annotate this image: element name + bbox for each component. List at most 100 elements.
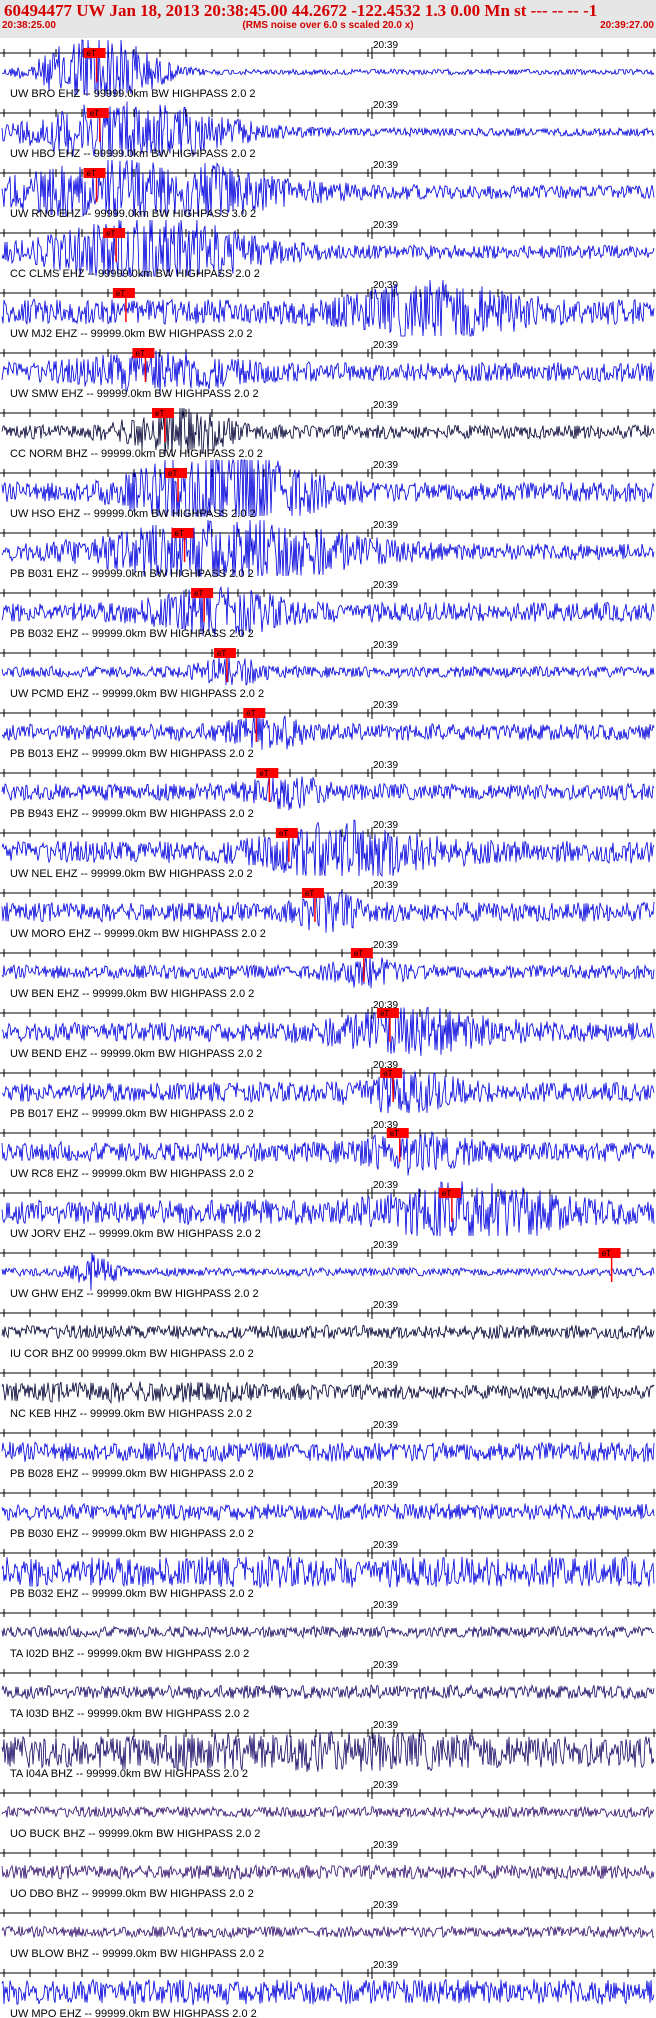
trace-row: 20:39 eT PB B013 EHZ -- 99999.0km BW HIGHP… (0, 700, 656, 760)
station-label: TA I02D BHZ -- 99999.0km BW HIGHPASS 2.0… (10, 1648, 249, 1660)
phase-pick-label: eT (90, 109, 99, 118)
phase-pick-label: eT (155, 409, 164, 418)
waveform (1, 1441, 655, 1463)
waveform (1, 714, 655, 750)
phase-pick-label: eT (87, 49, 96, 58)
phase-pick-label: eT (383, 1069, 392, 1078)
time-mark-label: 20:39 (373, 1240, 398, 1251)
time-mark-label: 20:39 (373, 340, 398, 351)
waveform (1, 1555, 655, 1589)
time-mark-label: 20:39 (373, 700, 398, 711)
time-mark-label: 20:39 (373, 220, 398, 231)
trace-row: 20:39 eT UW BEN EHZ -- 99999.0km BW HIGHPA… (0, 940, 656, 1000)
waveform (1, 776, 655, 811)
station-label: UW SMW EHZ -- 99999.0km BW HIGHPASS 2.0 … (10, 388, 259, 400)
trace-row: 20:39 eT PB B032 EHZ -- 99999.0km BW HIGHP… (0, 580, 656, 640)
time-mark-label: 20:39 (373, 1300, 398, 1311)
trace-row: 20:39eTUW RC8 EHZ -- 99999.0km BW HIGHPA… (0, 1120, 656, 1180)
phase-pick-label: eT (305, 889, 314, 898)
waveform (1, 1252, 655, 1291)
phase-pick-label: eT (442, 1189, 451, 1198)
trace-row: 20:39 eT UW MORO EHZ -- 99999.0km BW HIGHP… (0, 880, 656, 940)
time-mark-label: 20:39 (373, 1900, 398, 1911)
station-label: UW PCMD EHZ -- 99999.0km BW HIGHPASS 2.0… (10, 688, 264, 700)
noise-scale-note: (RMS noise over 6.0 s scaled 20.0 x) (242, 20, 414, 31)
trace-row: 20:39 eT UW GHW EHZ -- 99999.0km BW HIGHPA… (0, 1240, 656, 1300)
time-mark-label: 20:39 (373, 520, 398, 531)
trace-row: 20:39 eT UW RNO EHZ -- 99999.0km BW HIGHPA… (0, 159, 656, 220)
phase-pick-label: eT (106, 229, 115, 238)
time-mark-label: 20:39 (373, 760, 398, 771)
time-mark-label: 20:39 (373, 1180, 398, 1191)
time-mark-label: 20:39 (373, 1780, 398, 1791)
waveform (1, 1381, 655, 1404)
station-label: UW MPO EHZ -- 99999.0km BW HIGHPASS 2.0 … (10, 2008, 257, 2018)
time-mark-label: 20:39 (373, 940, 398, 951)
waveform (1, 1683, 655, 1701)
station-label: TA I03D BHZ -- 99999.0km BW HIGHPASS 2.0… (10, 1708, 249, 1720)
phase-pick-label: eT (380, 1009, 389, 1018)
trace-row: 20:39 TA I04A BHZ -- 99999.0km BW HIGHPAS… (0, 1720, 656, 1780)
time-mark-label: 20:39 (373, 400, 398, 411)
time-mark-label: 20:39 (373, 1360, 398, 1371)
station-label: PB B030 EHZ -- 99999.0km BW HIGHPASS 2.0… (10, 1528, 254, 1540)
waveform (1, 1502, 655, 1522)
phase-pick-label: eT (116, 289, 125, 298)
time-mark-label: 20:39 (373, 1600, 398, 1611)
station-label: PB B032 EHZ -- 99999.0km BW HIGHPASS 2.0… (10, 628, 254, 640)
station-label: UW MORO EHZ -- 99999.0km BW HIGHPASS 2.0… (10, 928, 266, 940)
station-label: PB B031 EHZ -- 99999.0km BW HIGHPASS 2.0… (10, 568, 254, 580)
trace-row: 20:39 eT UW PCMD EHZ -- 99999.0km BW HIGHP… (0, 640, 656, 700)
time-mark-label: 20:39 (373, 1660, 398, 1671)
end-time: 20:39:27.00 (600, 20, 654, 31)
waveform (1, 1323, 655, 1341)
station-label: UW GHW EHZ -- 99999.0km BW HIGHPASS 2.0 … (10, 1288, 259, 1300)
trace-row: 20:39 PB B030 EHZ -- 99999.0km BW HIGHPAS… (0, 1480, 656, 1540)
station-label: PB B028 EHZ -- 99999.0km BW HIGHPASS 2.0… (10, 1468, 254, 1480)
station-label: UW BLOW BHZ -- 99999.0km BW HIGHPASS 2.0… (10, 1948, 264, 1960)
station-label: CC NORM BHZ -- 99999.0km BW HIGHPASS 2.0… (10, 448, 263, 460)
station-label: IU COR BHZ 00 99999.0km BW HIGHPASS 2.0 … (10, 1348, 254, 1360)
time-mark-label: 20:39 (373, 1420, 398, 1431)
time-mark-label: 20:39 (373, 460, 398, 471)
trace-row: 20:39eTUW BEND EHZ -- 99999.0km BW HIGHP… (0, 1000, 656, 1060)
trace-row: 20:39 UW MPO EHZ -- 99999.0km BW HIGHPASS… (0, 1960, 656, 2018)
station-label: CC CLMS EHZ -- 99999.0km BW HIGHPASS 2.0… (10, 268, 260, 280)
trace-row: 20:39 eT UW NEL EHZ -- 99999.0km BW HIGHPA… (0, 819, 656, 880)
time-mark-label: 20:39 (373, 40, 398, 51)
station-label: UW NEL EHZ -- 99999.0km BW HIGHPASS 2.0 … (10, 868, 253, 880)
trace-row: 20:39 eT UW HSO EHZ -- 99999.0km BW HIGHPA… (0, 458, 656, 520)
phase-pick-label: eT (194, 589, 203, 598)
station-label: UW HBO EHZ -- 99999.0km BW HIGHPASS 2.0 … (10, 148, 256, 160)
time-mark-label: 20:39 (373, 1840, 398, 1851)
station-label: NC KEB HHZ -- 99999.0km BW HIGHPASS 2.0 … (10, 1408, 252, 1420)
time-mark-label: 20:39 (373, 820, 398, 831)
trace-row: 20:39 PB B032 EHZ -- 99999.0km BW HIGHPAS… (0, 1540, 656, 1600)
phase-pick-label: eT (217, 649, 226, 658)
trace-row: 20:39 UW BLOW BHZ -- 99999.0km BW HIGHPAS… (0, 1900, 656, 1960)
seismogram-panel: 20:39 eT UW BRO EHZ -- 99999.0km BW HIGHPA… (0, 39, 656, 2018)
station-label: UW JORV EHZ -- 99999.0km BW HIGHPASS 2.0… (10, 1228, 261, 1240)
phase-pick-label: eT (168, 469, 177, 478)
trace-row: 20:39 eT UW BRO EHZ -- 99999.0km BW HIGHPA… (0, 39, 656, 100)
waveform (1, 888, 655, 933)
trace-row: 20:39 TA I03D BHZ -- 99999.0km BW HIGHPAS… (0, 1660, 656, 1720)
phase-pick-label: eT (259, 769, 268, 778)
station-label: PB B032 EHZ -- 99999.0km BW HIGHPASS 2.0… (10, 1588, 254, 1600)
phase-pick-label: eT (354, 949, 363, 958)
phase-pick-label: eT (279, 829, 288, 838)
waveform (1, 955, 655, 989)
waveform (1, 1805, 655, 1819)
station-label: PB B013 EHZ -- 99999.0km BW HIGHPASS 2.0… (10, 748, 254, 760)
station-label: UW BRO EHZ -- 99999.0km BW HIGHPASS 2.0 … (10, 88, 256, 100)
phase-pick-label: eT (87, 169, 96, 178)
waveform (1, 1624, 655, 1640)
trace-row: 20:39 eT UW JORV EHZ -- 99999.0km BW HIGHP… (0, 1180, 656, 1240)
station-label: UW MJ2 EHZ -- 99999.0km BW HIGHPASS 2.0 … (10, 328, 252, 340)
phase-pick-label: eT (390, 1129, 399, 1138)
time-mark-label: 20:39 (373, 880, 398, 891)
event-title: 60494477 UW Jan 18, 2013 20:38:45.00 44.… (4, 1, 598, 20)
station-label: UW BEN EHZ -- 99999.0km BW HIGHPASS 2.0 … (10, 988, 254, 1000)
time-mark-label: 20:39 (373, 1960, 398, 1971)
trace-row: 20:39 eT CC CLMS EHZ -- 99999.0km BW HIGHP… (0, 219, 656, 280)
